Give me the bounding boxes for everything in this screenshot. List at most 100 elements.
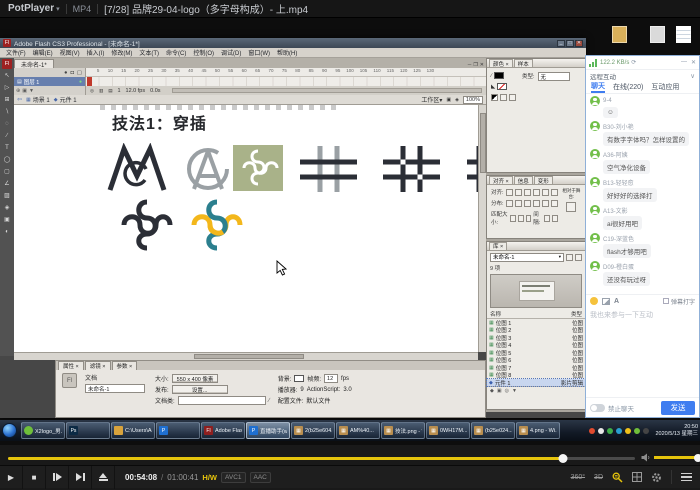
library-col-type[interactable]: 类型 xyxy=(571,310,582,318)
tray-icon[interactable] xyxy=(634,428,640,434)
taskbar-button[interactable]: ▦ 4.png - Wi... xyxy=(516,422,560,439)
edit-symbol-icon[interactable]: ◈ xyxy=(455,97,459,103)
panel-tab[interactable]: 对齐 × xyxy=(489,176,513,184)
tool-icon[interactable]: T xyxy=(2,142,13,153)
docclass-field[interactable] xyxy=(178,396,266,405)
distribute-button[interactable] xyxy=(551,200,558,207)
center-frame-icon[interactable]: ◎ xyxy=(90,88,94,94)
align-button[interactable] xyxy=(551,189,558,196)
stage-canvas[interactable]: 技法1：穿插 xyxy=(14,105,478,352)
tool-icon[interactable]: ▨ xyxy=(2,190,13,201)
color-type-select[interactable]: 无 xyxy=(538,72,570,81)
workspace-menu[interactable]: 工作区▾ xyxy=(421,95,442,104)
chat-input[interactable] xyxy=(586,307,699,397)
breadcrumb-symbol[interactable]: ◆ 元件 1 xyxy=(54,95,77,104)
minimize-icon[interactable]: — xyxy=(681,59,687,66)
edit-multiple-icon[interactable]: ▤ xyxy=(108,88,112,94)
library-col-name[interactable]: 名称 xyxy=(490,310,501,318)
playlist-menu-icon[interactable] xyxy=(681,473,692,482)
control-panel-icon[interactable] xyxy=(632,472,642,482)
tool-icon[interactable]: ◈ xyxy=(2,202,13,213)
panel-tab[interactable]: 颜色 × xyxy=(489,59,513,67)
taskbar-button[interactable]: C:\Users\Ad... xyxy=(111,422,155,439)
chat-tab[interactable]: 在线(220) xyxy=(613,82,643,92)
space-button[interactable] xyxy=(544,215,550,222)
panel-tab[interactable]: 库 × xyxy=(489,242,507,250)
mute-toggle[interactable] xyxy=(590,404,605,412)
zoom-level[interactable]: 100% xyxy=(463,96,483,104)
horizontal-scrollbar[interactable] xyxy=(14,352,478,360)
seek-bar[interactable] xyxy=(8,457,635,460)
danmu-checkbox[interactable] xyxy=(663,298,669,304)
volume-icon[interactable] xyxy=(641,453,651,462)
flash-titlebar[interactable]: Fl Adobe Flash CS3 Professional - [未命名-1… xyxy=(0,38,586,48)
menu-item[interactable]: 修改(M) xyxy=(111,48,132,57)
tray-icon[interactable] xyxy=(598,428,604,434)
align-button[interactable] xyxy=(533,189,540,196)
fps-field[interactable]: 12 xyxy=(324,374,338,383)
match-size-button[interactable] xyxy=(510,215,516,222)
edit-class-icon[interactable]: ∕ xyxy=(269,398,270,404)
desktop-icon[interactable] xyxy=(612,26,627,43)
taskbar-button[interactable]: Fl Adobe Flas... xyxy=(201,422,245,439)
refresh-icon[interactable]: ⟳ xyxy=(631,59,636,66)
tool-icon[interactable]: ▷ xyxy=(2,82,13,93)
vr-360-button[interactable]: 360° xyxy=(571,474,585,481)
background-swatch[interactable] xyxy=(294,375,304,382)
menu-item[interactable]: 文本(T) xyxy=(139,48,159,57)
stop-button[interactable]: ■ xyxy=(23,466,46,489)
properties-tab[interactable]: 属性 × xyxy=(58,361,84,370)
onion-skin-icon[interactable]: ▥ xyxy=(99,88,103,94)
tool-icon[interactable]: ⊞ xyxy=(2,94,13,105)
menu-item[interactable]: 文件(F) xyxy=(6,48,26,57)
3d-button[interactable]: 3D xyxy=(594,474,603,481)
add-layer-icon[interactable]: ⊕ xyxy=(16,88,20,94)
tool-icon[interactable]: ▢ xyxy=(2,166,13,177)
tool-icon[interactable]: ◌ xyxy=(2,118,13,129)
distribute-button[interactable] xyxy=(515,200,522,207)
potplayer-menu[interactable]: PotPlayer ▾ xyxy=(8,3,60,14)
close-icon[interactable]: ✕ xyxy=(691,59,696,66)
taskbar-button[interactable]: P 直播助手(wi... xyxy=(246,422,290,439)
delete-layer-icon[interactable]: ▼ xyxy=(29,88,34,94)
distribute-button[interactable] xyxy=(506,200,513,207)
new-library-button[interactable] xyxy=(575,254,582,261)
desktop-icon[interactable] xyxy=(650,26,665,43)
tray-icon[interactable] xyxy=(616,428,622,434)
size-button[interactable]: 550 x 400 像素 xyxy=(172,374,219,383)
new-folder-icon[interactable]: ▣ xyxy=(497,388,502,394)
subtitle-search-icon[interactable] xyxy=(612,472,623,483)
space-button[interactable] xyxy=(552,215,558,222)
taskbar-button[interactable]: ▦ AM%40... xyxy=(336,422,380,439)
font-icon[interactable]: A xyxy=(614,298,619,305)
align-button[interactable] xyxy=(542,189,549,196)
tray-icon[interactable] xyxy=(589,428,595,434)
align-button[interactable] xyxy=(515,189,522,196)
menu-item[interactable]: 窗口(W) xyxy=(248,48,270,57)
previous-button[interactable] xyxy=(46,466,69,489)
back-arrow-icon[interactable]: ⇦ xyxy=(17,96,22,103)
stroke-color-swatch[interactable] xyxy=(494,72,504,79)
no-color-button[interactable] xyxy=(500,94,507,101)
tool-icon[interactable]: ▣ xyxy=(2,214,13,225)
breadcrumb-scene[interactable]: ▦ 场景 1 xyxy=(26,95,50,104)
menu-item[interactable]: 帮助(H) xyxy=(277,48,297,57)
taskbar-button[interactable]: ▦ 技法.png - W... xyxy=(381,422,425,439)
outline-icon[interactable]: ▢ xyxy=(77,70,82,76)
distribute-button[interactable] xyxy=(524,200,531,207)
vertical-scrollbar[interactable] xyxy=(478,105,486,352)
panel-tab[interactable]: 变形 xyxy=(534,176,553,184)
tray-icon[interactable] xyxy=(607,428,613,434)
layer-row[interactable]: ▤ 图层 1 ● xyxy=(14,77,85,86)
menu-item[interactable]: 视图(V) xyxy=(60,48,80,57)
tool-icon[interactable]: ↖ xyxy=(2,70,13,81)
tray-icon[interactable] xyxy=(643,428,649,434)
taskbar-button[interactable]: X2logo_男.. xyxy=(21,422,65,439)
taskbar-clock[interactable]: 20:50 2020/5/13 星期三 xyxy=(652,424,699,437)
chat-tab[interactable]: 聊天 xyxy=(591,81,605,93)
to-stage-button[interactable] xyxy=(566,202,576,212)
publish-settings-button[interactable]: 设置... xyxy=(172,385,228,394)
close-button[interactable]: ✕ xyxy=(575,40,583,47)
add-folder-icon[interactable]: ▣ xyxy=(22,88,27,94)
send-button[interactable]: 发送 xyxy=(661,401,695,415)
